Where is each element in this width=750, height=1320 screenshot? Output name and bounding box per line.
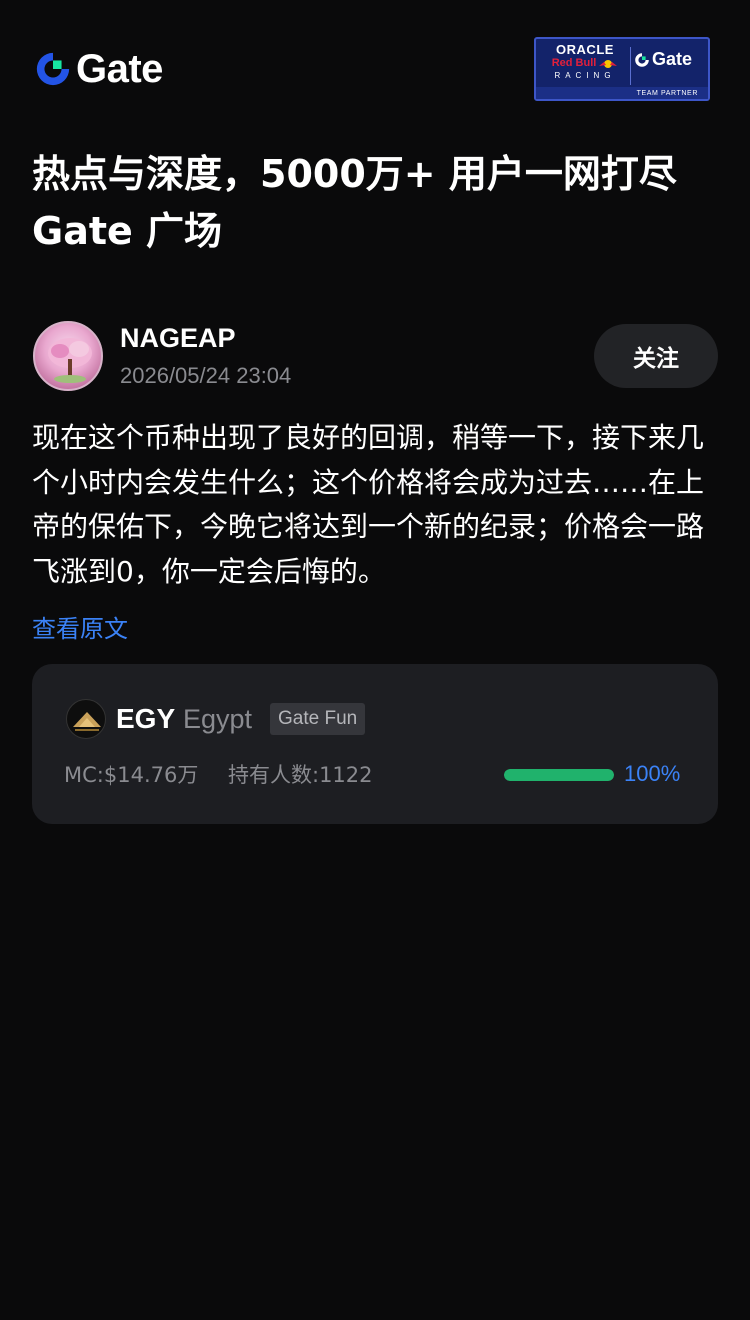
bonding-progress-bar [504,769,614,781]
token-holders: 持有人数:1122 [228,763,373,787]
token-symbol: EGY [116,703,176,734]
token-platform-tag: Gate Fun [270,703,366,735]
partner-caption-bar: TEAM PARTNER [536,87,708,99]
token-card[interactable]: EGY Egypt Gate Fun MC:$14.76万 持有人数:1122 … [32,664,718,824]
token-name: Egypt [183,704,253,734]
gate-logo[interactable]: Gate [34,48,163,90]
partner-caption: TEAM PARTNER [636,89,698,97]
bonding-progress-fill [504,769,614,781]
author-name[interactable]: NAGEAP [120,320,236,356]
page-headline: 热点与深度，5000万+ 用户一网打尽 Gate 广场 [32,152,677,253]
partner-divider [630,47,631,85]
view-original-link[interactable]: 查看原文 [32,610,128,648]
brand-name: Gate [76,47,163,91]
bonding-progress-label: 100% [624,761,681,786]
post-body: 现在这个币种出现了良好的回调，稍等一下，接下来几个小时内会发生什么；这个价格将会… [32,421,705,588]
token-market-cap: MC:$14.76万 [64,763,199,787]
page: Gate ORACLE Red Bull RACING Gate TEAM PA… [0,0,750,1320]
avatar-image [48,338,92,383]
author-avatar[interactable] [33,321,103,391]
team-partner-badge: ORACLE Red Bull RACING Gate TEAM PARTNER [534,37,710,101]
redbull-icon [599,59,618,68]
follow-button[interactable]: 关注 [594,324,718,388]
partner-gate-text: Gate [652,49,693,69]
partner-redbull-text: Red Bull [551,57,597,69]
post-timestamp: 2026/05/24 23:04 [120,363,292,388]
token-logo-icon [66,699,106,739]
gate-logo-icon [36,52,70,86]
partner-oracle-text: ORACLE [556,42,614,57]
gate-mini-icon [635,52,649,67]
partner-redbull: Red Bull [552,57,619,70]
partner-racing-text: RACING [554,71,616,80]
